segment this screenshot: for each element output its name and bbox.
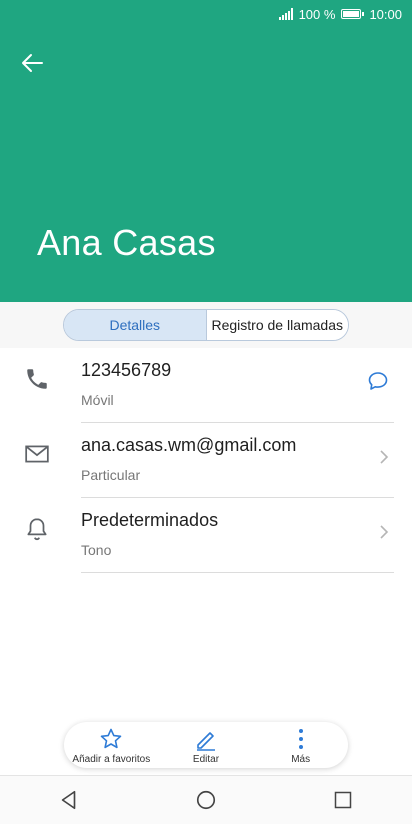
circle-home-icon xyxy=(196,790,216,810)
nav-recents-button[interactable] xyxy=(331,788,355,812)
square-recents-icon xyxy=(335,791,352,809)
defaults-title: Predeterminados xyxy=(81,510,219,530)
add-favorite-button[interactable]: Añadir a favoritos xyxy=(66,725,156,765)
more-button[interactable]: Más xyxy=(256,725,346,765)
message-icon[interactable] xyxy=(366,369,390,393)
bottom-action-bar: Añadir a favoritos Editar Más xyxy=(64,722,348,768)
nav-home-button[interactable] xyxy=(194,788,218,812)
triangle-back-icon xyxy=(61,790,75,810)
status-bar: 100 % 10:00 xyxy=(0,0,412,28)
tab-group: Detalles Registro de llamadas xyxy=(63,309,349,341)
email-row[interactable]: ana.casas.wm@gmail.com Particular xyxy=(0,423,412,498)
tab-details[interactable]: Detalles xyxy=(64,310,207,340)
email-address: ana.casas.wm@gmail.com xyxy=(81,435,297,455)
battery-percentage: 100 % xyxy=(298,6,336,22)
phone-icon xyxy=(27,369,47,389)
contact-header: 100 % 10:00 Ana Casas xyxy=(0,0,412,302)
add-favorite-label: Añadir a favoritos xyxy=(72,754,151,765)
phone-number: 123456789 xyxy=(81,360,172,380)
edit-button[interactable]: Editar xyxy=(161,725,251,765)
tab-call-log[interactable]: Registro de llamadas xyxy=(206,310,348,340)
more-vertical-icon xyxy=(298,729,303,749)
defaults-subtitle: Tono xyxy=(81,542,112,558)
signal-icon xyxy=(278,8,293,20)
phone-type: Móvil xyxy=(81,392,114,408)
system-navigation-bar xyxy=(0,775,412,824)
chevron-right-icon xyxy=(380,525,389,539)
defaults-row[interactable]: Predeterminados Tono xyxy=(0,498,412,573)
phone-row[interactable]: 123456789 Móvil xyxy=(0,348,412,423)
clock: 10:00 xyxy=(369,6,402,22)
mail-icon xyxy=(25,445,49,463)
edit-label: Editar xyxy=(192,754,220,765)
email-type: Particular xyxy=(81,467,141,483)
bell-icon xyxy=(27,518,47,541)
contact-name: Ana Casas xyxy=(37,222,216,263)
pencil-icon xyxy=(196,732,215,751)
chevron-right-icon xyxy=(380,450,389,464)
more-label: Más xyxy=(291,754,311,765)
row-divider xyxy=(81,572,394,573)
back-button[interactable] xyxy=(16,47,48,79)
star-icon xyxy=(101,728,122,749)
nav-back-button[interactable] xyxy=(57,788,81,812)
arrow-left-icon xyxy=(22,54,43,72)
battery-icon xyxy=(341,9,365,19)
